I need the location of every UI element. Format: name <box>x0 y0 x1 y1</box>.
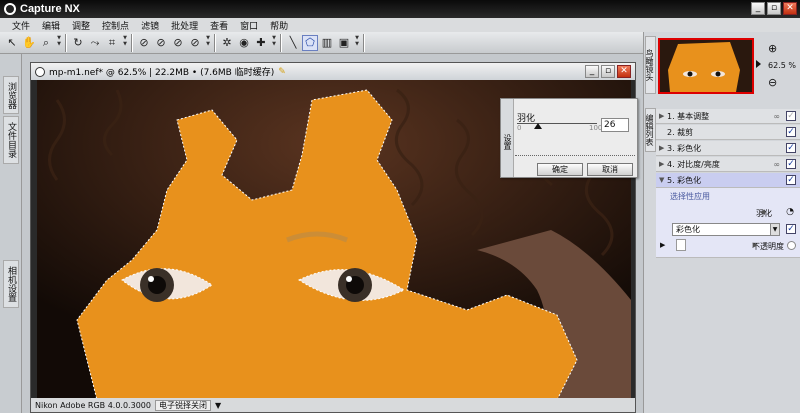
opacity-toggle[interactable] <box>787 241 796 250</box>
cancel-button[interactable]: 取消 <box>587 163 633 176</box>
step-checkbox[interactable]: ✓ <box>786 111 796 121</box>
document-title-bar: mp-m1.nef* @ 62.5% | 22.2MB • (7.6MB 临时缓… <box>31 63 635 80</box>
menu-bar: 文件 编辑 调整 控制点 滤镜 批处理 查看 窗口 帮助 <box>0 18 800 32</box>
app-title: Capture NX <box>20 3 80 15</box>
edit-step-row[interactable]: ▶ 4. 对比度/亮度 ∞ ✓ <box>656 157 800 172</box>
menu-help[interactable]: 帮助 <box>264 19 294 32</box>
left-dock: 浏览器 文件目录 相机设置 <box>0 54 22 413</box>
neutral-point-icon[interactable]: ⊘ <box>170 35 186 51</box>
menu-batch[interactable]: 批处理 <box>165 19 204 32</box>
status-dropdown-icon[interactable]: ▼ <box>215 401 221 410</box>
fill-tool-icon[interactable]: ▣ <box>336 35 352 51</box>
step-checkbox[interactable]: ✓ <box>786 127 796 137</box>
close-button[interactable]: ✕ <box>783 2 797 15</box>
zoom-tool-icon[interactable]: ⌕ <box>38 35 54 51</box>
step-checkbox[interactable]: ✓ <box>786 143 796 153</box>
tab-browser[interactable]: 浏览器 <box>3 76 19 114</box>
tool-group-menu-icon[interactable]: ▼▼ <box>55 35 62 51</box>
opacity-expand-icon[interactable]: ▶ <box>753 241 758 249</box>
ok-button[interactable]: 确定 <box>537 163 583 176</box>
gradient-tool-icon[interactable]: ▥ <box>319 35 335 51</box>
menu-edit[interactable]: 编辑 <box>36 19 66 32</box>
settings-toggle-icon[interactable]: ◔ <box>786 207 794 217</box>
menu-control-points[interactable]: 控制点 <box>96 19 135 32</box>
eye-icon[interactable]: ◉ <box>236 35 252 51</box>
feather-value-input[interactable]: 26 <box>601 118 629 132</box>
menu-window[interactable]: 窗口 <box>234 19 264 32</box>
right-dock: 鸟瞰镜头 ⊕ 62.5 % ⊖ 编辑列表 ▶ 1. 基本调整 ∞ ✓ 2. 裁剪 … <box>643 32 800 413</box>
lasso-tool-icon[interactable]: ⬠ <box>302 34 318 51</box>
doc-minimize-button[interactable]: _ <box>585 65 599 78</box>
hand-tool-icon[interactable]: ✋ <box>21 35 37 51</box>
tool-group-menu-icon[interactable]: ▼▼ <box>353 35 360 51</box>
dropdown-arrow-icon[interactable]: ▼ <box>770 223 780 236</box>
edit-step-label: 2. 裁剪 <box>667 127 694 137</box>
zoom-in-icon[interactable]: ⊕ <box>768 42 777 55</box>
pencil-icon: ✎ <box>278 66 286 77</box>
selective-apply-label: 选择性应用 <box>670 192 710 201</box>
settings-side-tab[interactable]: 设置 <box>501 99 514 177</box>
step-checkbox[interactable]: ✓ <box>786 159 796 169</box>
expand-left-icon: ◀ <box>759 208 765 216</box>
mask-thumbnail-icon <box>676 239 686 251</box>
pointer-tool-icon[interactable]: ↖ <box>4 35 20 51</box>
menu-view[interactable]: 查看 <box>204 19 234 32</box>
straighten-tool-icon[interactable]: ⤳ <box>87 35 103 51</box>
step-checkbox[interactable]: ✓ <box>786 175 796 185</box>
document-icon <box>35 66 45 77</box>
birdseye-preview[interactable] <box>658 38 754 94</box>
menu-adjust[interactable]: 调整 <box>66 19 96 32</box>
step-settings-area: 选择性应用 羽化 ◀ ◔ 彩色化 ▼ ✓ ▶ 不透明度 ▶ <box>656 188 800 258</box>
edit-step-label: 4. 对比度/亮度 <box>667 159 720 169</box>
document-title: mp-m1.nef* @ 62.5% | 22.2MB • (7.6MB 临时缓… <box>49 68 275 78</box>
tab-edit-list[interactable]: 编辑列表 <box>645 108 656 152</box>
edit-step-label: 5. 彩色化 <box>667 175 702 185</box>
edit-step-row[interactable]: ▶ 1. 基本调整 ∞ ✓ <box>656 109 800 124</box>
tab-file-directory[interactable]: 文件目录 <box>3 116 19 164</box>
edit-step-row[interactable]: ▶ 3. 彩色化 ✓ <box>656 141 800 156</box>
navigator-pointer-icon <box>756 60 761 68</box>
doc-close-button[interactable]: ✕ <box>617 65 631 78</box>
tab-birdseye[interactable]: 鸟瞰镜头 <box>645 36 656 94</box>
zoom-level: 62.5 % <box>768 61 796 70</box>
colorize-dropdown[interactable]: 彩色化 <box>672 223 780 236</box>
status-lens-info: 电子锐择关闭 <box>154 399 211 411</box>
edit-step-label: 1. 基本调整 <box>667 111 710 121</box>
colorize-checkbox[interactable]: ✓ <box>786 224 796 234</box>
settings-panel: 设置 羽化 0 100 26 确定 取消 <box>500 98 638 178</box>
color-point-icon[interactable]: ⊘ <box>187 35 203 51</box>
expand-right-icon[interactable]: ▶ <box>660 241 665 249</box>
maximize-button[interactable]: ▫ <box>767 2 781 15</box>
auto-retouch-icon[interactable]: ✚ <box>253 35 269 51</box>
minimize-button[interactable]: _ <box>751 2 765 15</box>
edit-step-row[interactable]: 2. 裁剪 ✓ <box>656 125 800 140</box>
tab-camera-settings[interactable]: 相机设置 <box>3 260 19 308</box>
menu-file[interactable]: 文件 <box>6 19 36 32</box>
feather-slider-thumb[interactable] <box>533 123 542 129</box>
edit-step-label: 3. 彩色化 <box>667 143 702 153</box>
link-icon: ∞ <box>773 159 780 169</box>
tool-group-menu-icon[interactable]: ▼▼ <box>204 35 211 51</box>
rotate-tool-icon[interactable]: ↻ <box>70 35 86 51</box>
feather-slider-track[interactable] <box>517 123 597 124</box>
app-logo-icon <box>4 3 16 15</box>
white-point-icon[interactable]: ⊘ <box>153 35 169 51</box>
status-bar: Nikon Adobe RGB 4.0.0.3000 电子锐择关闭 ▼ <box>31 398 635 412</box>
tool-group-menu-icon[interactable]: ▼▼ <box>270 35 277 51</box>
menu-filter[interactable]: 滤镜 <box>135 19 165 32</box>
doc-maximize-button[interactable]: ▫ <box>601 65 615 78</box>
zoom-out-icon[interactable]: ⊖ <box>768 76 777 89</box>
title-bar: Capture NX _ ▫ ✕ <box>0 0 800 18</box>
black-point-icon[interactable]: ⊘ <box>136 35 152 51</box>
toolbar: ↖ ✋ ⌕ ▼▼ ↻ ⤳ ⌗ ▼▼ ⊘ ⊘ ⊘ ⊘ ▼▼ ✲ ◉ ✚ ▼▼ ╲ … <box>0 32 643 54</box>
brush-tool-icon[interactable]: ╲ <box>285 35 301 51</box>
crop-tool-icon[interactable]: ⌗ <box>104 35 120 51</box>
status-color-profile: Nikon Adobe RGB 4.0.0.3000 <box>35 400 151 410</box>
red-eye-icon[interactable]: ✲ <box>219 35 235 51</box>
slider-min-label: 0 <box>517 124 522 132</box>
tool-group-menu-icon[interactable]: ▼▼ <box>121 35 128 51</box>
link-icon: ∞ <box>773 111 780 121</box>
edit-step-row-active[interactable]: ▼ 5. 彩色化 ✓ <box>656 173 800 188</box>
